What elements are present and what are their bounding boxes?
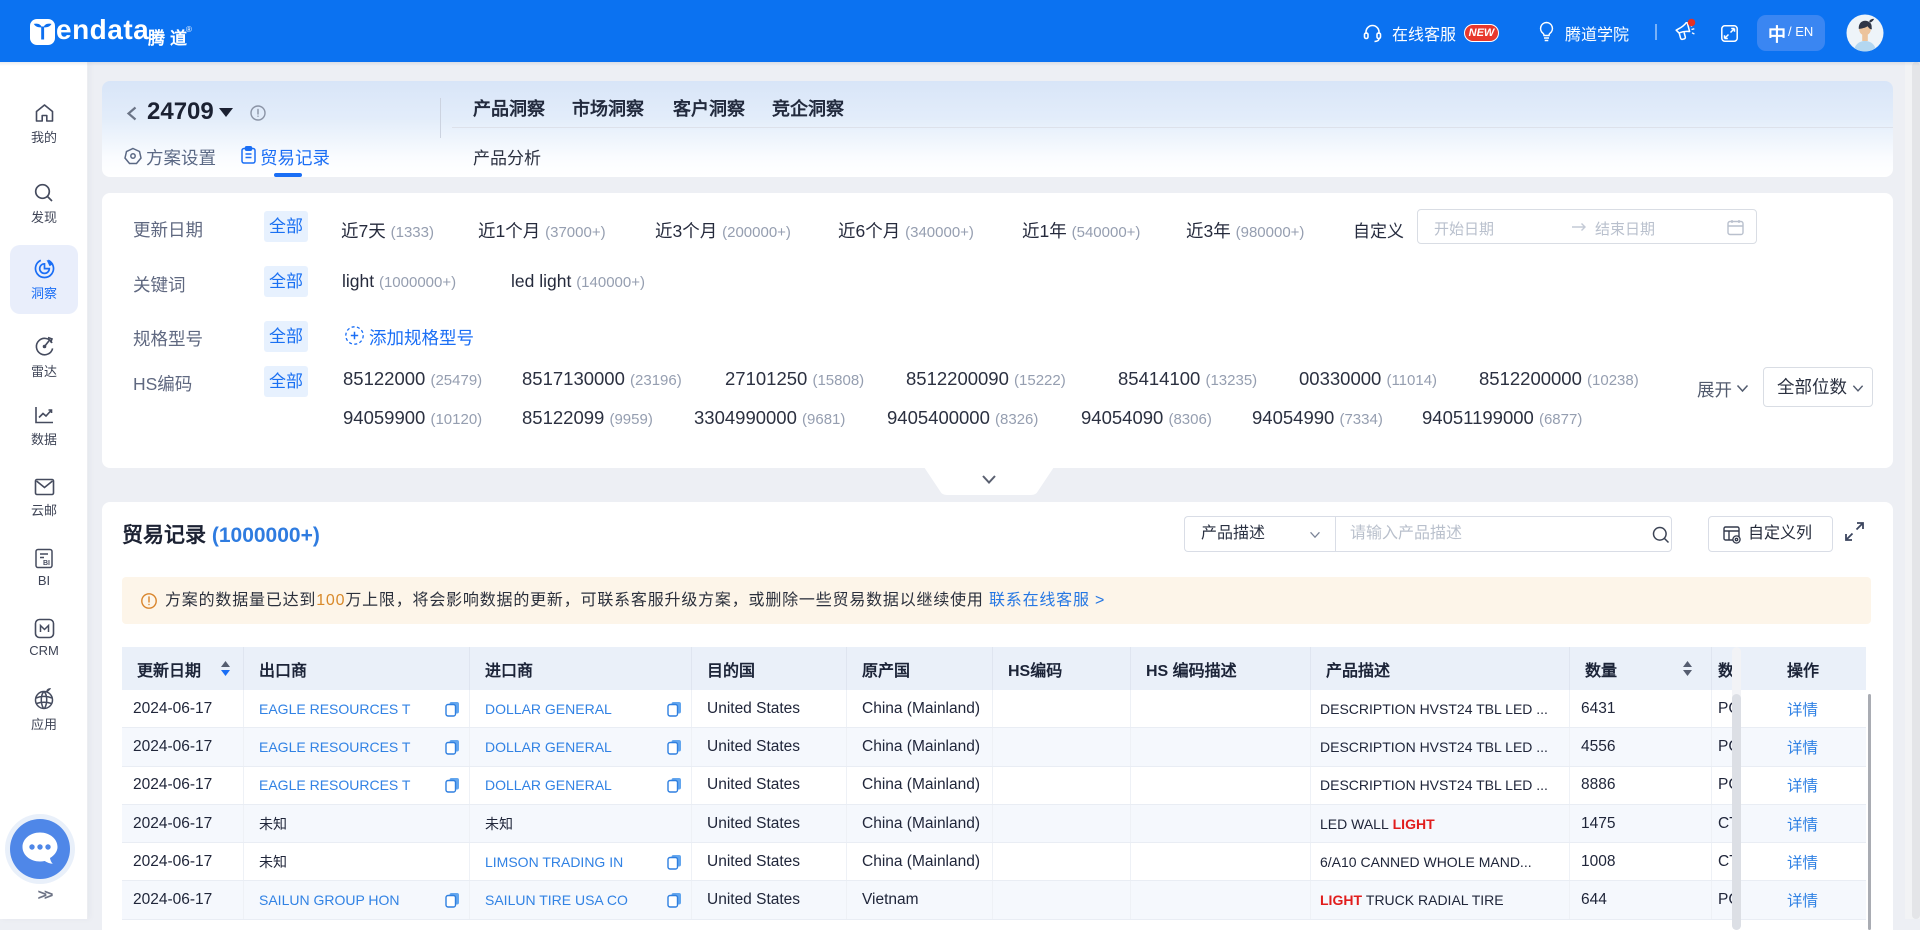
svg-text:BI: BI	[43, 560, 50, 567]
